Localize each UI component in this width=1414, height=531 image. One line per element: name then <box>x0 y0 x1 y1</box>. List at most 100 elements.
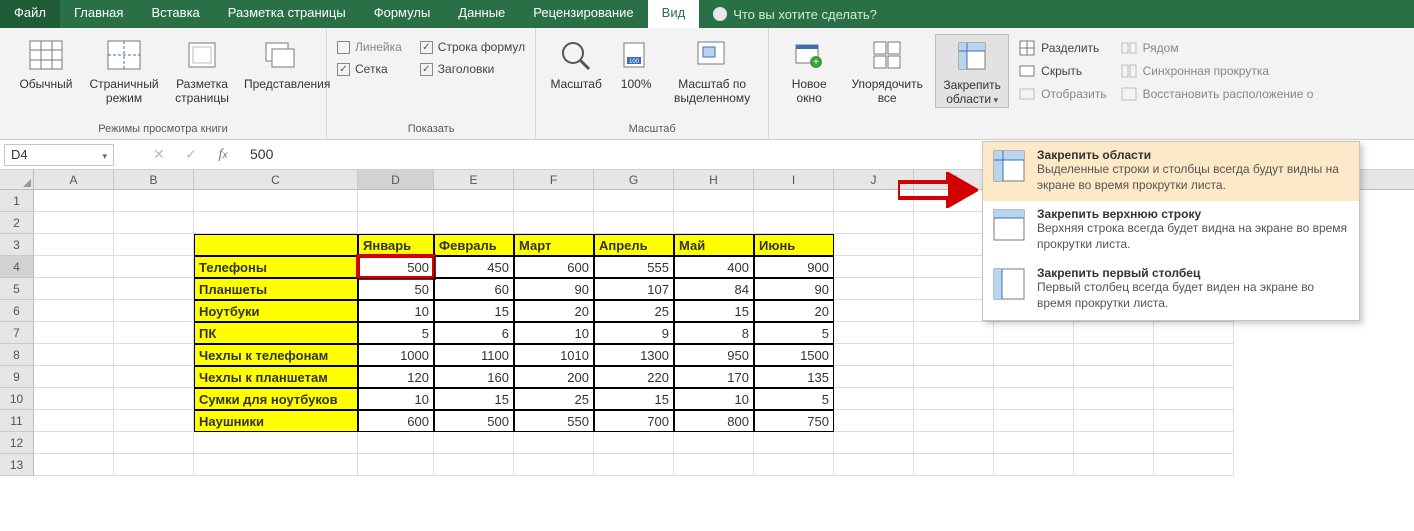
cell-E12[interactable] <box>434 432 514 454</box>
cell-F12[interactable] <box>514 432 594 454</box>
cell-E6[interactable]: 15 <box>434 300 514 322</box>
cell-A7[interactable] <box>34 322 114 344</box>
cell-I11[interactable]: 750 <box>754 410 834 432</box>
cell-H5[interactable]: 84 <box>674 278 754 300</box>
tell-me[interactable]: Что вы хотите сделать? <box>699 0 891 28</box>
tab-view[interactable]: Вид <box>648 0 700 28</box>
cell-M10[interactable] <box>1074 388 1154 410</box>
cell-F4[interactable]: 600 <box>514 256 594 278</box>
cell-D9[interactable]: 120 <box>358 366 434 388</box>
menu-freeze-top-row[interactable]: Закрепить верхнюю строкуВерхняя строка в… <box>983 201 1359 260</box>
cell-E5[interactable]: 60 <box>434 278 514 300</box>
cell-E10[interactable]: 15 <box>434 388 514 410</box>
cell-B5[interactable] <box>114 278 194 300</box>
cell-B2[interactable] <box>114 212 194 234</box>
cell-B13[interactable] <box>114 454 194 476</box>
cell-F3[interactable]: Март <box>514 234 594 256</box>
btn-normal-view[interactable]: Обычный <box>10 34 82 106</box>
cell-L9[interactable] <box>994 366 1074 388</box>
cell-D3[interactable]: Январь <box>358 234 434 256</box>
cell-B3[interactable] <box>114 234 194 256</box>
cell-J1[interactable] <box>834 190 914 212</box>
cell-A4[interactable] <box>34 256 114 278</box>
tab-file[interactable]: Файл <box>0 0 60 28</box>
cell-G6[interactable]: 25 <box>594 300 674 322</box>
menu-freeze-first-col[interactable]: Закрепить первый столбецПервый столбец в… <box>983 260 1359 319</box>
cell-N8[interactable] <box>1154 344 1234 366</box>
cell-K13[interactable] <box>914 454 994 476</box>
cell-E4[interactable]: 450 <box>434 256 514 278</box>
cell-K7[interactable] <box>914 322 994 344</box>
btn-zoom[interactable]: Масштаб <box>546 34 606 106</box>
cell-A2[interactable] <box>34 212 114 234</box>
cell-K10[interactable] <box>914 388 994 410</box>
cell-I7[interactable]: 5 <box>754 322 834 344</box>
btn-sidebyside[interactable]: Рядом <box>1117 38 1318 58</box>
cell-M11[interactable] <box>1074 410 1154 432</box>
btn-pagebreak-view[interactable]: Страничный режим <box>88 34 160 106</box>
row-header[interactable]: 7 <box>0 322 34 344</box>
tab-home[interactable]: Главная <box>60 0 137 28</box>
cell-H11[interactable]: 800 <box>674 410 754 432</box>
cell-J3[interactable] <box>834 234 914 256</box>
cell-F11[interactable]: 550 <box>514 410 594 432</box>
cell-F13[interactable] <box>514 454 594 476</box>
cell-G11[interactable]: 700 <box>594 410 674 432</box>
row-header[interactable]: 13 <box>0 454 34 476</box>
btn-zoom-selection[interactable]: Масштаб по выделенному <box>666 34 758 106</box>
cell-A9[interactable] <box>34 366 114 388</box>
cell-N13[interactable] <box>1154 454 1234 476</box>
cell-J12[interactable] <box>834 432 914 454</box>
cell-D5[interactable]: 50 <box>358 278 434 300</box>
cell-J13[interactable] <box>834 454 914 476</box>
btn-split[interactable]: Разделить <box>1015 38 1110 58</box>
select-all-corner[interactable] <box>0 170 34 189</box>
cell-D12[interactable] <box>358 432 434 454</box>
cell-A3[interactable] <box>34 234 114 256</box>
cell-L7[interactable] <box>994 322 1074 344</box>
cell-H9[interactable]: 170 <box>674 366 754 388</box>
cell-E9[interactable]: 160 <box>434 366 514 388</box>
cell-C4[interactable]: Телефоны <box>194 256 358 278</box>
col-header-J[interactable]: J <box>834 170 914 189</box>
cell-E2[interactable] <box>434 212 514 234</box>
col-header-G[interactable]: G <box>594 170 674 189</box>
cell-J11[interactable] <box>834 410 914 432</box>
tab-review[interactable]: Рецензирование <box>519 0 647 28</box>
btn-custom-views[interactable]: Представления <box>244 34 316 106</box>
btn-arrange-all[interactable]: Упорядочить все <box>845 34 929 108</box>
btn-syncscroll[interactable]: Синхронная прокрутка <box>1117 61 1318 81</box>
chk-formulabar[interactable]: ✓Строка формул <box>420 40 525 54</box>
cell-A11[interactable] <box>34 410 114 432</box>
cell-E13[interactable] <box>434 454 514 476</box>
cell-F1[interactable] <box>514 190 594 212</box>
cell-C12[interactable] <box>194 432 358 454</box>
cell-G2[interactable] <box>594 212 674 234</box>
cell-H10[interactable]: 10 <box>674 388 754 410</box>
cell-M13[interactable] <box>1074 454 1154 476</box>
col-header-F[interactable]: F <box>514 170 594 189</box>
cell-D8[interactable]: 1000 <box>358 344 434 366</box>
cell-G5[interactable]: 107 <box>594 278 674 300</box>
chk-headings[interactable]: ✓Заголовки <box>420 62 525 76</box>
cell-H1[interactable] <box>674 190 754 212</box>
cell-B6[interactable] <box>114 300 194 322</box>
cell-N11[interactable] <box>1154 410 1234 432</box>
cell-C13[interactable] <box>194 454 358 476</box>
cell-E1[interactable] <box>434 190 514 212</box>
cell-F6[interactable]: 20 <box>514 300 594 322</box>
cell-N12[interactable] <box>1154 432 1234 454</box>
row-header[interactable]: 6 <box>0 300 34 322</box>
tab-data[interactable]: Данные <box>444 0 519 28</box>
cell-B4[interactable] <box>114 256 194 278</box>
row-header[interactable]: 8 <box>0 344 34 366</box>
cell-H13[interactable] <box>674 454 754 476</box>
cell-L8[interactable] <box>994 344 1074 366</box>
cell-D7[interactable]: 5 <box>358 322 434 344</box>
row-header[interactable]: 11 <box>0 410 34 432</box>
cell-N9[interactable] <box>1154 366 1234 388</box>
cell-B1[interactable] <box>114 190 194 212</box>
cell-M8[interactable] <box>1074 344 1154 366</box>
cell-F9[interactable]: 200 <box>514 366 594 388</box>
cell-G4[interactable]: 555 <box>594 256 674 278</box>
